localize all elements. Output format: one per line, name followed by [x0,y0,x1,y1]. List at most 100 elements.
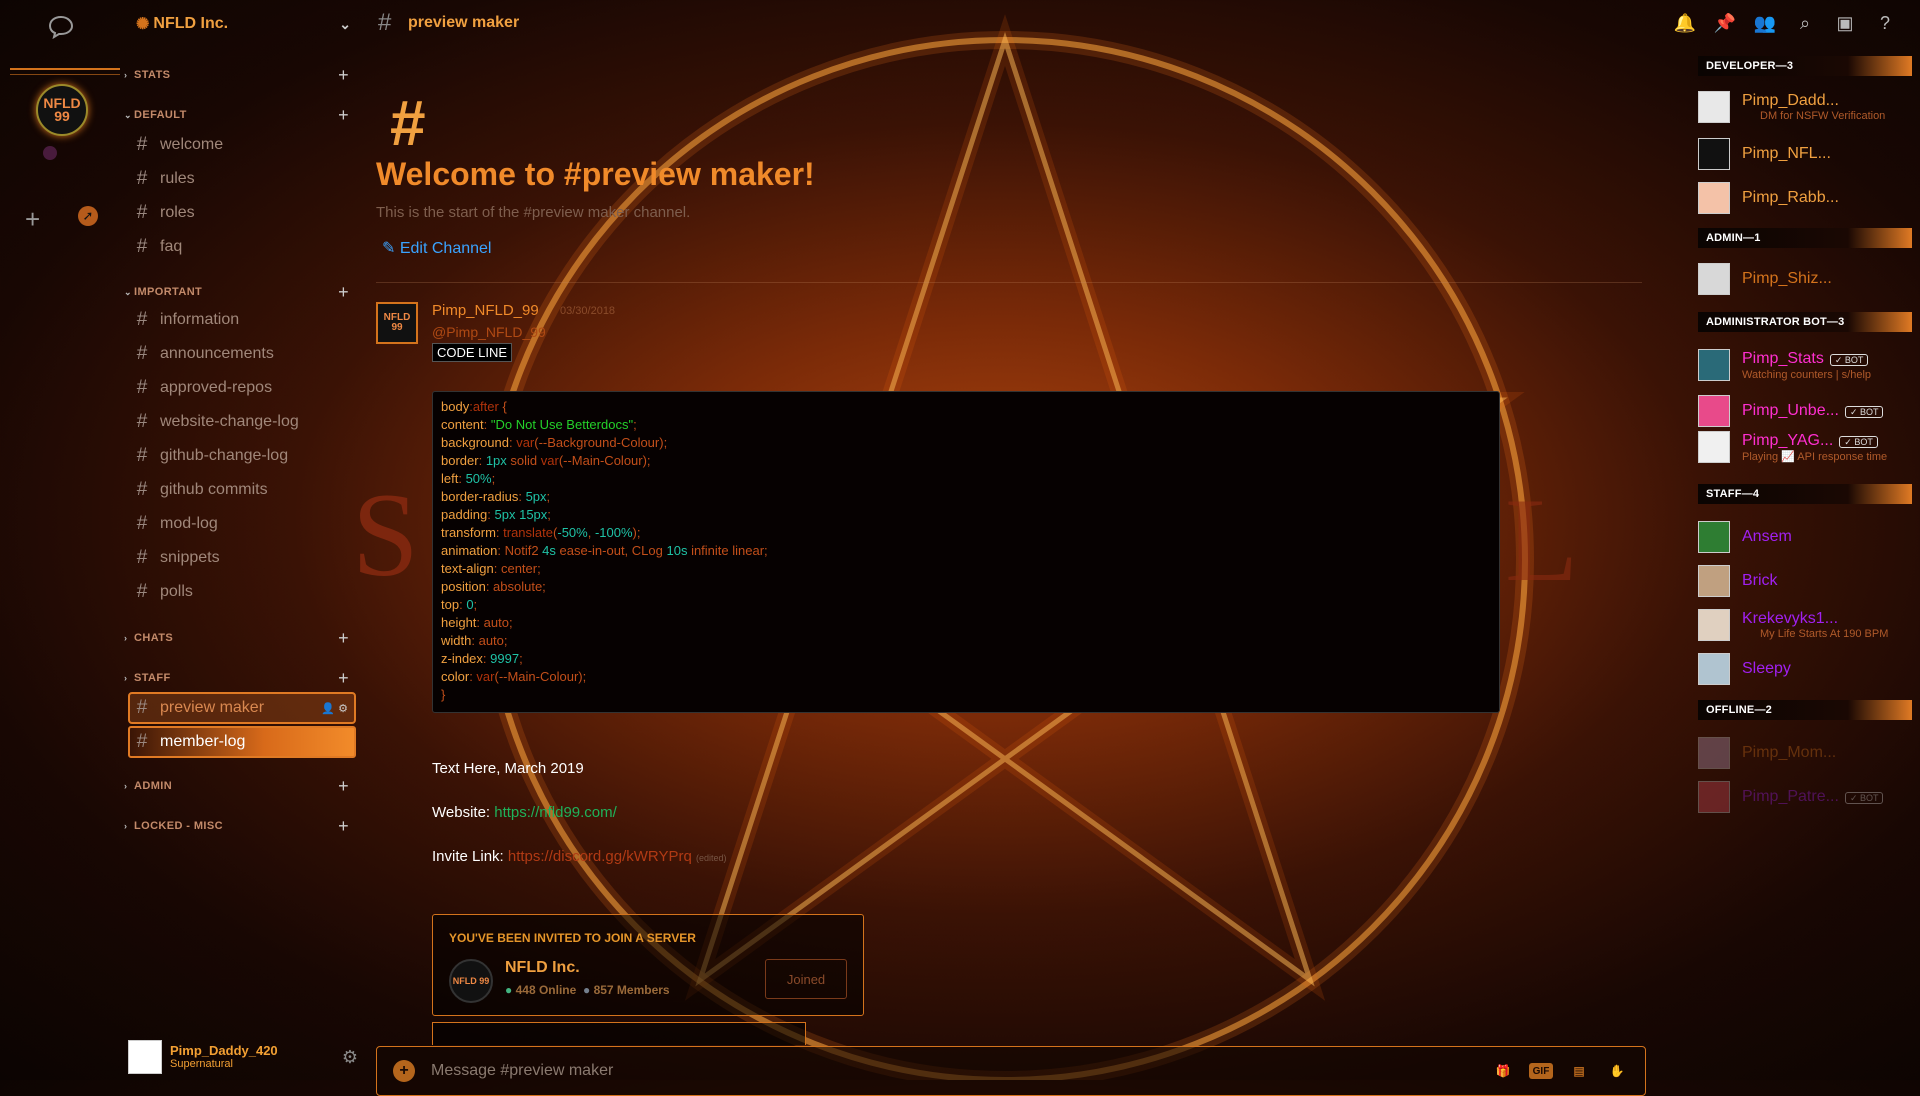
divider [376,282,1642,283]
channel-mod-log[interactable]: # mod-log [130,510,350,538]
member-item[interactable]: Sleepy [1698,652,1912,686]
category-admin[interactable]: › ADMIN + [124,776,349,797]
username: Pimp_Daddy_420 [170,1043,278,1058]
channel-member-log[interactable]: # member-log [128,726,356,758]
gear-icon[interactable]: ⚙ [338,703,348,715]
channel-website-change-log[interactable]: # website-change-log [130,408,350,436]
member-item[interactable]: Pimp_YAG... ✓ BOT Playing 📈 API response t… [1698,430,1912,464]
category-default[interactable]: ⌄ DEFAULT + [124,105,349,126]
member-item[interactable]: Pimp_Shiz... [1698,262,1912,296]
chevron-right-icon: › [124,633,128,643]
bot-badge: ✓ BOT [1829,353,1869,366]
channel-rules[interactable]: # rules [130,165,350,193]
member-item[interactable]: Pimp_Stats ✓ BOT Watching counters | s/hel… [1698,348,1912,382]
member-item[interactable]: Pimp_Unbe... ✓ BOT [1698,394,1912,428]
member-item[interactable]: Pimp_Dadd... DM for NSFW Verification [1698,90,1912,124]
search-icon[interactable]: ⌕ [1794,12,1816,34]
channel-welcome[interactable]: # welcome [130,131,350,159]
emoji-icon[interactable]: ✋ [1605,1060,1629,1082]
channel-preview-maker[interactable]: # preview maker 👤 ⚙ [128,692,356,724]
channel-topbar: # preview maker 🔔 📌 👥 ⌕ ▣ ? [360,0,1920,46]
channel-github-commits[interactable]: # github commits [130,476,350,504]
message-author[interactable]: Pimp_NFLD_99 [432,302,539,319]
category-locked-misc[interactable]: › LOCKED - MISC + [124,816,349,837]
category-important[interactable]: ⌄ IMPORTANT + [124,282,349,303]
add-attachment-icon[interactable]: + [393,1060,415,1082]
direct-messages-icon[interactable] [48,14,74,40]
gear-icon[interactable]: ⚙ [342,1047,358,1068]
member-item[interactable]: Ansem [1698,520,1912,554]
inline-code: CODE LINE [432,343,513,362]
rail-separator [10,68,120,70]
avatar[interactable]: NFLD 99 [376,302,418,344]
server-icon-secondary[interactable] [43,146,57,160]
bell-icon[interactable]: 🔔 [1674,12,1696,34]
create-channel-icon[interactable]: + [338,776,349,797]
gift-icon[interactable]: 🎁 [1491,1060,1515,1082]
code-line: text-align: center; [441,561,541,576]
server-icon-nfld[interactable]: NFLD 99 [36,84,88,136]
code-line: z-index: 9997; [441,651,523,666]
user-mention[interactable]: @Pimp_NFLD_99 [432,324,546,340]
member-item[interactable]: Pimp_Rabb... [1698,181,1912,215]
create-channel-icon[interactable]: + [338,816,349,837]
rail-separator [10,74,120,75]
create-channel-icon[interactable]: + [338,628,349,649]
member-item[interactable]: Pimp_Mom... [1698,736,1912,770]
invite-link[interactable]: https://discord.gg/kWRYPrq [508,848,692,865]
message-input[interactable] [429,1061,1477,1081]
code-line: animation: Notif2 4s ease-in-out, CLog 1… [441,543,768,558]
category-chats[interactable]: › CHATS + [124,628,349,649]
channel-faq[interactable]: # faq [130,233,350,261]
hash-icon: # [136,377,148,398]
create-channel-icon[interactable]: + [338,668,349,689]
inbox-icon[interactable]: ▣ [1834,12,1856,34]
member-item[interactable]: Brick [1698,564,1912,598]
code-block: body:after { content: "Do Not Use Better… [432,391,1500,713]
welcome-hash-icon: # [390,87,426,159]
category-staff[interactable]: › STAFF + [124,668,349,689]
hash-icon: # [136,309,148,330]
sticker-icon[interactable]: ▤ [1567,1060,1591,1082]
channel-github-change-log[interactable]: # github-change-log [130,442,350,470]
code-line: border-radius: 5px; [441,489,551,504]
avatar [1698,431,1730,463]
message-text: Text Here, March 2019 [432,760,584,777]
create-channel-icon[interactable]: + [338,282,349,303]
members-icon[interactable]: 👥 [1754,12,1776,34]
message-timestamp: 03/30/2018 [560,305,616,317]
member-item[interactable]: Pimp_Patre... ✓ BOT [1698,780,1912,814]
online-dot-icon: ● [505,983,513,997]
member-category-admin: ADMIN—1 [1698,228,1912,248]
member-item[interactable]: Krekevyks1... My Life Starts At 190 BPM [1698,608,1912,642]
add-server-icon[interactable]: + [25,204,40,235]
channel-approved-repos[interactable]: # approved-repos [130,374,350,402]
member-item[interactable]: Pimp_NFL... [1698,137,1912,171]
hash-icon: # [136,343,148,364]
category-stats[interactable]: › STATS + [124,65,349,86]
website-link[interactable]: https://nfld99.com/ [494,804,617,821]
avatar[interactable] [128,1040,162,1074]
channel-settings-icons[interactable]: 👤 ⚙ [321,702,348,715]
welcome-title: Welcome to #preview maker! [376,156,815,192]
gif-button[interactable]: GIF [1529,1063,1553,1079]
create-channel-icon[interactable]: + [338,65,349,86]
create-channel-icon[interactable]: + [338,105,349,126]
channel-polls[interactable]: # polls [130,578,350,606]
pin-icon[interactable]: 📌 [1714,12,1736,34]
member-category-offline: OFFLINE—2 [1698,700,1912,720]
server-header[interactable]: ✺ NFLD Inc. ⌄ [136,12,351,36]
channel-announcements[interactable]: # announcements [130,340,350,368]
explore-servers-icon[interactable]: ➚ [78,206,98,226]
channel-snippets[interactable]: # snippets [130,544,350,572]
welcome-subtitle: This is the start of the #preview maker … [376,204,691,221]
help-icon[interactable]: ? [1874,12,1896,34]
hash-icon: # [136,411,148,432]
channel-information[interactable]: # information [130,306,350,334]
hash-icon: # [136,134,148,155]
invite-icon[interactable]: 👤 [321,703,335,715]
avatar [1698,349,1730,381]
joined-button[interactable]: Joined [765,959,847,999]
edit-channel-button[interactable]: ✎ Edit Channel [382,238,491,258]
channel-roles[interactable]: # roles [130,199,350,227]
